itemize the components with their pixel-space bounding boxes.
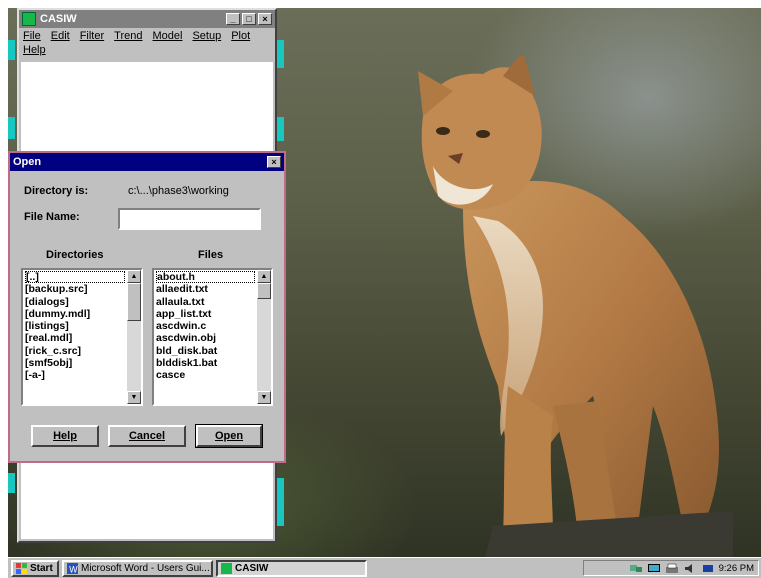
open-button[interactable]: Open: [195, 424, 263, 448]
list-item[interactable]: [real.mdl]: [25, 332, 125, 344]
window-edge-marker: [8, 473, 15, 493]
dialog-title: Open: [13, 156, 42, 168]
list-item[interactable]: [..]: [25, 271, 125, 284]
dialog-titlebar[interactable]: Open ×: [10, 153, 284, 171]
files-scrollbar[interactable]: ▲ ▼: [257, 270, 271, 404]
clock: 9:26 PM: [718, 562, 754, 574]
window-edge-marker: [8, 117, 15, 139]
taskbar-item-label: Microsoft Word - Users Gui...: [81, 562, 210, 574]
volume-icon[interactable]: [683, 563, 697, 574]
menu-file[interactable]: File: [23, 30, 41, 42]
menu-edit[interactable]: Edit: [51, 30, 70, 42]
menu-bar: File Edit Filter Trend Model Setup Plot …: [19, 28, 275, 58]
list-item[interactable]: [backup.src]: [25, 283, 125, 295]
taskbar-item-label: CASIW: [235, 562, 269, 574]
directory-value: c:\...\phase3\working: [128, 185, 229, 197]
filename-input[interactable]: [118, 208, 261, 230]
list-item[interactable]: [dialogs]: [25, 296, 125, 308]
list-item[interactable]: [-a-]: [25, 369, 125, 381]
directories-listbox[interactable]: [..] [backup.src] [dialogs] [dummy.mdl] [lis…: [21, 268, 143, 406]
list-item[interactable]: [dummy.mdl]: [25, 308, 125, 320]
scroll-up-arrow[interactable]: ▲: [257, 270, 271, 283]
list-item[interactable]: casce: [156, 369, 255, 381]
casiw-app-icon: [221, 562, 232, 574]
help-button[interactable]: Help: [31, 425, 99, 447]
cougar-wallpaper-image: [418, 56, 733, 557]
word-document-icon: W: [67, 562, 78, 574]
start-label: Start: [30, 562, 53, 574]
taskbar-item-casiw[interactable]: CASIW: [216, 559, 367, 577]
svg-text:W: W: [69, 564, 78, 574]
window-title: CASIW: [40, 13, 77, 25]
app-icon: [22, 12, 36, 26]
help-button-label: Help: [53, 430, 77, 442]
power-icon[interactable]: [701, 563, 715, 574]
taskbar-item-word[interactable]: W Microsoft Word - Users Gui...: [62, 559, 213, 577]
start-button[interactable]: Start: [11, 559, 59, 577]
list-item[interactable]: ascdwin.obj: [156, 332, 255, 344]
list-item[interactable]: blddisk1.bat: [156, 357, 255, 369]
directories-scrollbar[interactable]: ▲ ▼: [127, 270, 141, 404]
files-label: Files: [198, 249, 224, 261]
list-item[interactable]: allaedit.txt: [156, 283, 255, 295]
monitor-icon[interactable]: [647, 563, 661, 574]
window-edge-marker: [8, 40, 15, 60]
printer-icon[interactable]: [665, 563, 679, 574]
open-dialog[interactable]: Open × Directory is: c:\...\phase3\worki…: [8, 151, 286, 463]
menu-setup[interactable]: Setup: [192, 30, 221, 42]
window-edge-marker: [277, 117, 284, 141]
menu-model[interactable]: Model: [152, 30, 182, 42]
filename-label: File Name:: [24, 211, 80, 223]
maximize-button[interactable]: □: [242, 13, 256, 25]
cancel-button[interactable]: Cancel: [108, 425, 186, 447]
windows-logo-icon: [16, 562, 27, 574]
scroll-thumb[interactable]: [257, 283, 271, 299]
list-item[interactable]: allaula.txt: [156, 296, 255, 308]
menu-filter[interactable]: Filter: [80, 30, 104, 42]
taskbar: Start W Microsoft Word - Users Gui... CA…: [8, 557, 761, 578]
menu-trend[interactable]: Trend: [114, 30, 142, 42]
list-item[interactable]: [listings]: [25, 320, 125, 332]
list-item[interactable]: [smf5obj]: [25, 357, 125, 369]
directory-label: Directory is:: [24, 185, 89, 197]
open-button-label: Open: [214, 430, 244, 442]
list-item[interactable]: app_list.txt: [156, 308, 255, 320]
menu-help[interactable]: Help: [23, 44, 46, 56]
casiw-titlebar[interactable]: CASIW _ □ ×: [19, 10, 275, 28]
window-edge-marker: [277, 478, 284, 526]
list-item[interactable]: ascdwin.c: [156, 320, 255, 332]
window-edge-marker: [277, 40, 284, 68]
scroll-down-arrow[interactable]: ▼: [257, 391, 271, 404]
files-listbox[interactable]: about.h allaedit.txt allaula.txt app_list.t…: [152, 268, 273, 406]
directories-label: Directories: [46, 249, 104, 261]
list-item[interactable]: bld_disk.bat: [156, 345, 255, 357]
cancel-button-label: Cancel: [128, 430, 166, 442]
scroll-down-arrow[interactable]: ▼: [127, 391, 141, 404]
list-item[interactable]: about.h: [156, 271, 255, 284]
close-button[interactable]: ×: [258, 13, 272, 25]
system-tray: 9:26 PM: [583, 560, 759, 576]
list-item[interactable]: [rick_c.src]: [25, 345, 125, 357]
menu-plot[interactable]: Plot: [231, 30, 250, 42]
dialog-close-button[interactable]: ×: [267, 156, 281, 168]
network-icon[interactable]: [629, 563, 643, 574]
scroll-up-arrow[interactable]: ▲: [127, 270, 141, 283]
scroll-thumb[interactable]: [127, 283, 141, 321]
minimize-button[interactable]: _: [226, 13, 240, 25]
